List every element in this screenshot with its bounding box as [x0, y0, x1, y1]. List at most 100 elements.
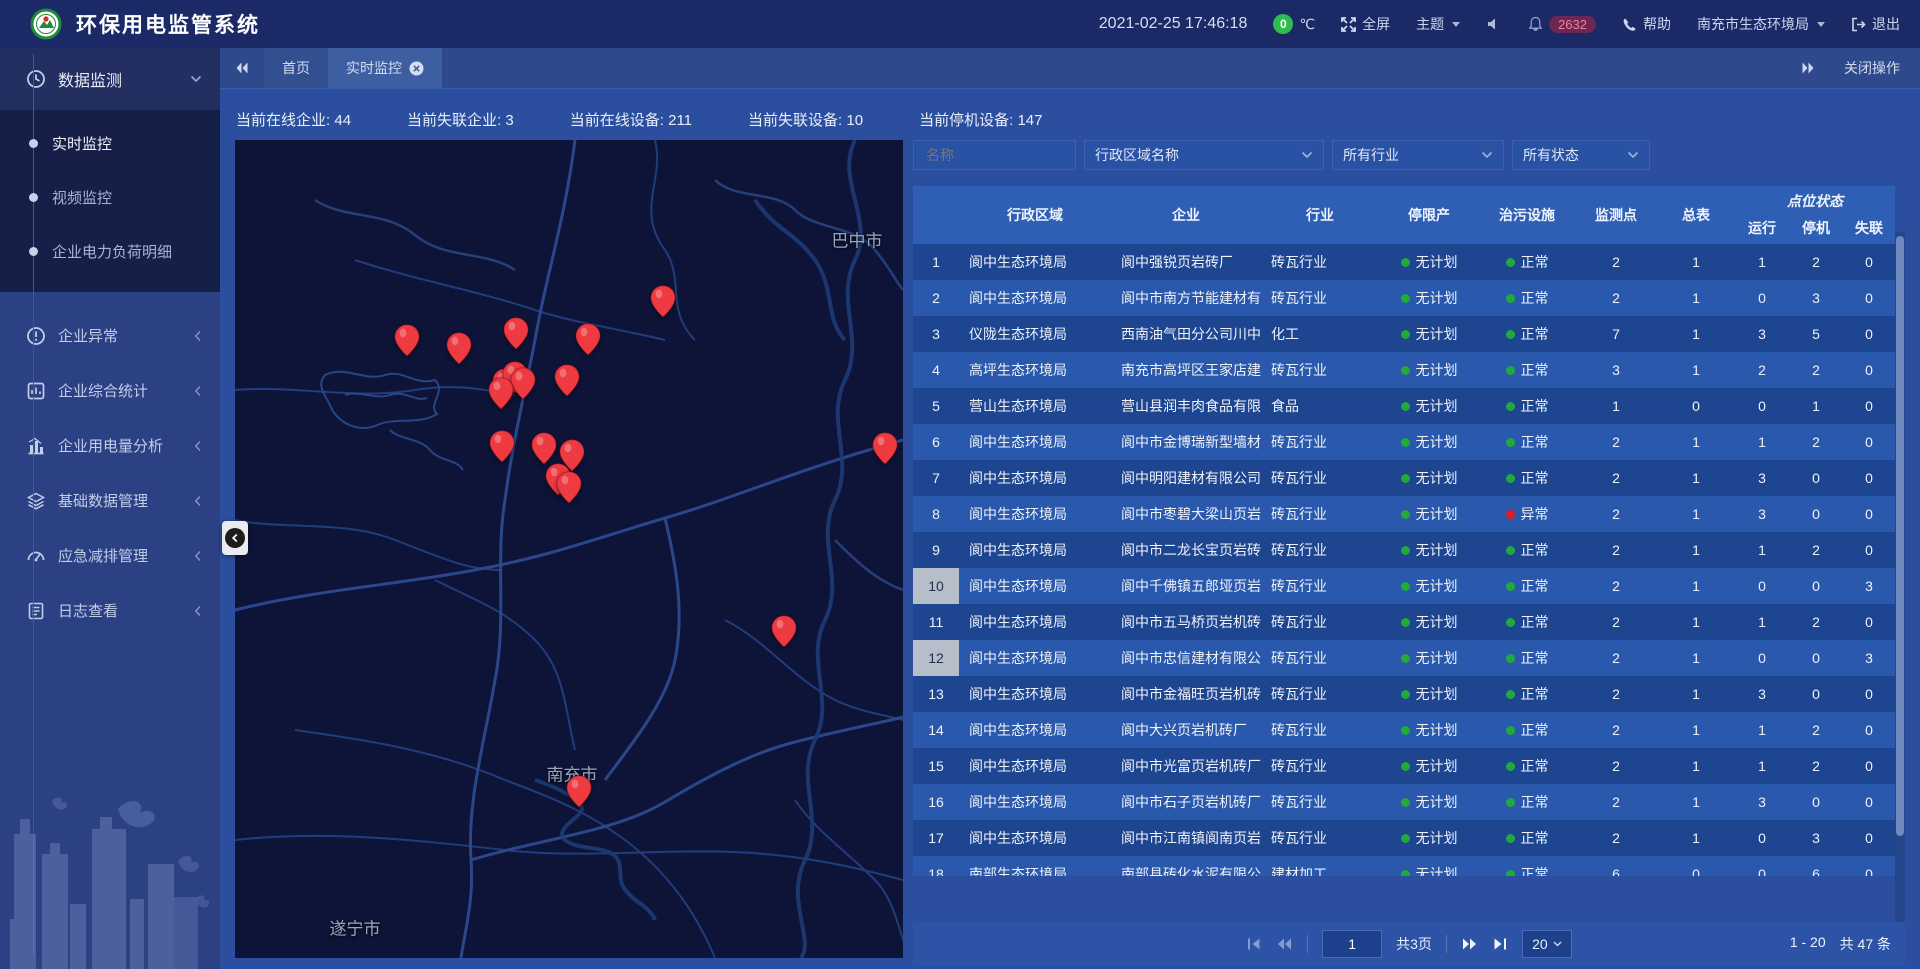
name-filter-input[interactable]: [924, 146, 1065, 164]
sidebar-item-power-load-detail[interactable]: 企业电力负荷明细: [0, 224, 220, 278]
table-row[interactable]: 2阆中生态环境局阆中市南方节能建材有砖瓦行业无计划正常21030: [913, 280, 1895, 316]
phone-icon: [1622, 17, 1637, 32]
map-pin-icon[interactable]: [872, 432, 898, 465]
map-pin-icon[interactable]: [556, 471, 582, 504]
sidebar-item-realtime-monitoring[interactable]: 实时监控: [0, 116, 220, 170]
status-dot-icon: [1506, 690, 1515, 699]
pagination-bar: 共3页 20 1 - 20 共 47 条: [913, 922, 1905, 966]
map-pin-icon[interactable]: [650, 285, 676, 318]
logout-button[interactable]: 退出: [1851, 14, 1900, 34]
col-meter-header[interactable]: 总表: [1657, 186, 1735, 244]
row-company-cell: 阆中市光富页岩机砖厂: [1111, 748, 1261, 784]
industry-filter-select[interactable]: 所有行业: [1332, 140, 1504, 170]
row-halt-count-cell: 2: [1789, 712, 1843, 748]
table-scrollbar[interactable]: [1895, 232, 1905, 922]
map-pin-icon[interactable]: [488, 377, 514, 410]
map-panel[interactable]: 巴中市南充市遂宁市: [235, 140, 903, 958]
page-number-input[interactable]: [1322, 930, 1382, 958]
row-halt-count-cell: 2: [1789, 532, 1843, 568]
notifications-button[interactable]: 2632: [1528, 16, 1596, 33]
tab-home[interactable]: 首页: [264, 48, 328, 88]
col-facility-header[interactable]: 治污设施: [1479, 186, 1575, 244]
table-row[interactable]: 11阆中生态环境局阆中市五马桥页岩机砖砖瓦行业无计划正常21120: [913, 604, 1895, 640]
row-region-cell: 阆中生态环境局: [959, 640, 1111, 676]
map-pin-icon[interactable]: [503, 317, 529, 350]
last-page-button[interactable]: [1492, 937, 1508, 951]
tab-label: 实时监控: [346, 58, 402, 78]
row-meter-count-cell: 1: [1657, 352, 1735, 388]
table-row[interactable]: 14阆中生态环境局阆中大兴页岩机砖厂砖瓦行业无计划正常21120: [913, 712, 1895, 748]
col-lost-header[interactable]: 失联: [1843, 212, 1895, 244]
row-stop-status-cell: 无计划: [1379, 676, 1479, 712]
row-industry-cell: 砖瓦行业: [1261, 640, 1379, 676]
map-city-label: 巴中市: [832, 227, 883, 252]
help-button[interactable]: 帮助: [1622, 14, 1671, 34]
table-row[interactable]: 8阆中生态环境局阆中市枣碧大梁山页岩砖瓦行业无计划异常21300: [913, 496, 1895, 532]
panel-collapse-button[interactable]: [222, 521, 248, 555]
table-row[interactable]: 6阆中生态环境局阆中市金博瑞新型墙材砖瓦行业无计划正常21120: [913, 424, 1895, 460]
row-run-count-cell: 3: [1735, 784, 1789, 820]
map-pin-icon[interactable]: [566, 775, 592, 808]
facility-status-text: 正常: [1521, 828, 1549, 848]
col-stop-header[interactable]: 停限产: [1379, 186, 1479, 244]
map-pin-icon[interactable]: [554, 364, 580, 397]
region-filter-select[interactable]: 行政区域名称: [1084, 140, 1324, 170]
col-industry-header[interactable]: 行业: [1261, 186, 1379, 244]
tabs-scroll-left-button[interactable]: [220, 61, 264, 75]
table-row[interactable]: 7阆中生态环境局阆中明阳建材有限公司砖瓦行业无计划正常21300: [913, 460, 1895, 496]
close-operations-button[interactable]: 关闭操作: [1844, 58, 1900, 78]
fullscreen-button[interactable]: 全屏: [1341, 14, 1390, 34]
close-icon[interactable]: [409, 61, 424, 76]
col-region-header[interactable]: 行政区域: [959, 186, 1111, 244]
col-company-header[interactable]: 企业: [1111, 186, 1261, 244]
row-monitor-count-cell: 3: [1575, 352, 1657, 388]
tab-realtime-monitoring[interactable]: 实时监控: [328, 48, 442, 88]
row-industry-cell: 砖瓦行业: [1261, 568, 1379, 604]
table-row[interactable]: 5营山生态环境局营山县润丰肉食品有限食品无计划正常10010: [913, 388, 1895, 424]
map-pin-icon[interactable]: [575, 323, 601, 356]
table-row[interactable]: 16阆中生态环境局阆中市石子页岩机砖厂砖瓦行业无计划正常21300: [913, 784, 1895, 820]
row-meter-count-cell: 1: [1657, 820, 1735, 856]
sidebar-item-video-monitoring[interactable]: 视频监控: [0, 170, 220, 224]
row-region-cell: 阆中生态环境局: [959, 496, 1111, 532]
sound-button[interactable]: [1486, 17, 1502, 31]
page-size-select[interactable]: 20: [1522, 930, 1572, 958]
col-monitor-header[interactable]: 监测点: [1575, 186, 1657, 244]
map-pin-icon[interactable]: [531, 432, 557, 465]
table-row[interactable]: 13阆中生态环境局阆中市金福旺页岩机砖砖瓦行业无计划正常21300: [913, 676, 1895, 712]
bullet-dot-icon: [29, 193, 38, 202]
double-chevron-right-icon[interactable]: [1800, 61, 1816, 75]
table-row[interactable]: 4高坪生态环境局南充市高坪区王家店建砖瓦行业无计划正常31220: [913, 352, 1895, 388]
status-filter-select[interactable]: 所有状态: [1512, 140, 1650, 170]
table-row[interactable]: 3仪陇生态环境局西南油气田分公司川中化工无计划正常71350: [913, 316, 1895, 352]
table-row[interactable]: 17阆中生态环境局阆中市江南镇阆南页岩砖瓦行业无计划正常21030: [913, 820, 1895, 856]
stop-status-text: 无计划: [1416, 504, 1458, 524]
map-pin-icon[interactable]: [394, 324, 420, 357]
status-dot-icon: [1506, 726, 1515, 735]
table-row[interactable]: 18南部生态环境局南部县砖化水泥有限公建材加工无计划正常60060: [913, 856, 1895, 876]
prev-page-button[interactable]: [1276, 937, 1293, 951]
row-facility-status-cell: 异常: [1479, 496, 1575, 532]
notification-count-badge: 2632: [1549, 16, 1596, 33]
map-pin-icon[interactable]: [489, 430, 515, 463]
row-lost-count-cell: 0: [1843, 532, 1895, 568]
row-facility-status-cell: 正常: [1479, 388, 1575, 424]
row-company-cell: 西南油气田分公司川中: [1111, 316, 1261, 352]
table-row[interactable]: 12阆中生态环境局阆中市忠信建材有限公砖瓦行业无计划正常21003: [913, 640, 1895, 676]
col-halt-header[interactable]: 停机: [1789, 212, 1843, 244]
org-dropdown[interactable]: 南充市生态环境局: [1697, 14, 1825, 34]
col-run-header[interactable]: 运行: [1735, 212, 1789, 244]
row-lost-count-cell: 0: [1843, 712, 1895, 748]
theme-dropdown[interactable]: 主题: [1416, 14, 1460, 34]
map-pin-icon[interactable]: [446, 332, 472, 365]
table-row[interactable]: 9阆中生态环境局阆中市二龙长宝页岩砖砖瓦行业无计划正常21120: [913, 532, 1895, 568]
facility-status-text: 正常: [1521, 792, 1549, 812]
table-row[interactable]: 1阆中生态环境局阆中强锐页岩砖厂砖瓦行业无计划正常21120: [913, 244, 1895, 280]
map-pin-icon[interactable]: [771, 615, 797, 648]
table-row[interactable]: 10阆中生态环境局阆中千佛镇五郎垭页岩砖瓦行业无计划正常21003: [913, 568, 1895, 604]
next-page-button[interactable]: [1461, 937, 1478, 951]
table-row[interactable]: 15阆中生态环境局阆中市光富页岩机砖厂砖瓦行业无计划正常21120: [913, 748, 1895, 784]
first-page-button[interactable]: [1246, 937, 1262, 951]
scrollbar-thumb[interactable]: [1896, 236, 1904, 836]
row-stop-status-cell: 无计划: [1379, 460, 1479, 496]
